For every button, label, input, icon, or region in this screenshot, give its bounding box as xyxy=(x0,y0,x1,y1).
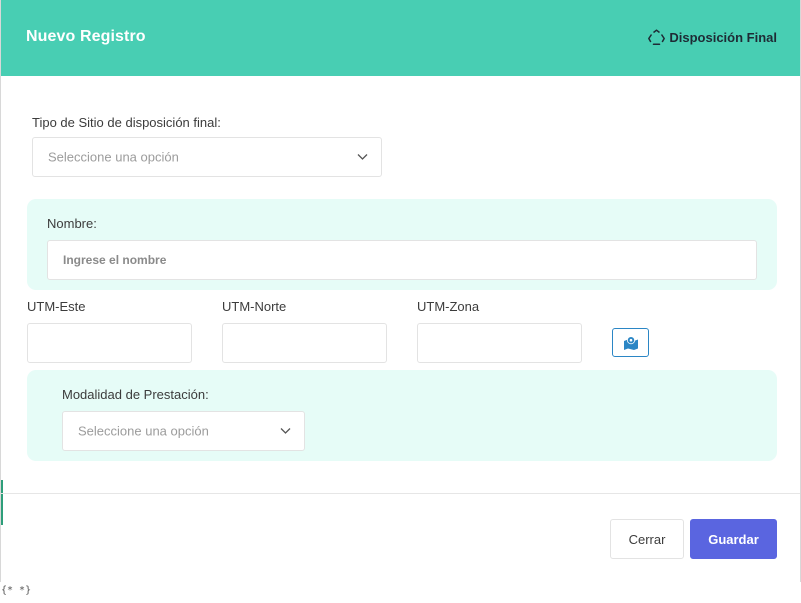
site-type-select-value: Seleccione una opción xyxy=(48,149,179,165)
utm-zona-input[interactable] xyxy=(417,323,582,363)
name-input[interactable] xyxy=(47,240,757,280)
modality-select-value: Seleccione una opción xyxy=(78,423,209,439)
chevron-down-icon xyxy=(280,428,291,434)
chevron-down-icon xyxy=(357,154,368,160)
site-type-label: Tipo de Sitio de disposición final: xyxy=(32,115,221,130)
section-indicator: Disposición Final xyxy=(647,29,777,46)
close-button[interactable]: Cerrar xyxy=(610,519,684,559)
map-pin-icon xyxy=(623,335,638,350)
utm-este-label: UTM-Este xyxy=(27,299,86,314)
template-placeholder-text: {* *} xyxy=(1,585,32,596)
modality-label: Modalidad de Prestación: xyxy=(62,387,209,402)
section-label: Disposición Final xyxy=(669,30,777,45)
utm-zona-label: UTM-Zona xyxy=(417,299,480,314)
utm-norte-label: UTM-Norte xyxy=(222,299,287,314)
modality-panel: Modalidad de Prestación: Seleccione una … xyxy=(27,370,777,461)
modal-header: Nuevo Registro Disposición Final xyxy=(1,0,800,76)
footer-divider xyxy=(1,493,800,494)
utm-este-input[interactable] xyxy=(27,323,192,363)
map-location-button[interactable] xyxy=(612,328,649,357)
name-panel: Nombre: xyxy=(27,199,777,290)
modal-title: Nuevo Registro xyxy=(26,28,146,45)
modality-select[interactable]: Seleccione una opción xyxy=(62,411,305,451)
background-edge-mark xyxy=(1,480,3,525)
utm-norte-input[interactable] xyxy=(222,323,387,363)
new-record-modal: Nuevo Registro Disposición Final Tipo de… xyxy=(0,0,801,582)
name-label: Nombre: xyxy=(47,216,97,231)
site-type-select[interactable]: Seleccione una opción xyxy=(32,137,382,177)
recycle-icon xyxy=(647,29,666,46)
save-button[interactable]: Guardar xyxy=(690,519,777,559)
